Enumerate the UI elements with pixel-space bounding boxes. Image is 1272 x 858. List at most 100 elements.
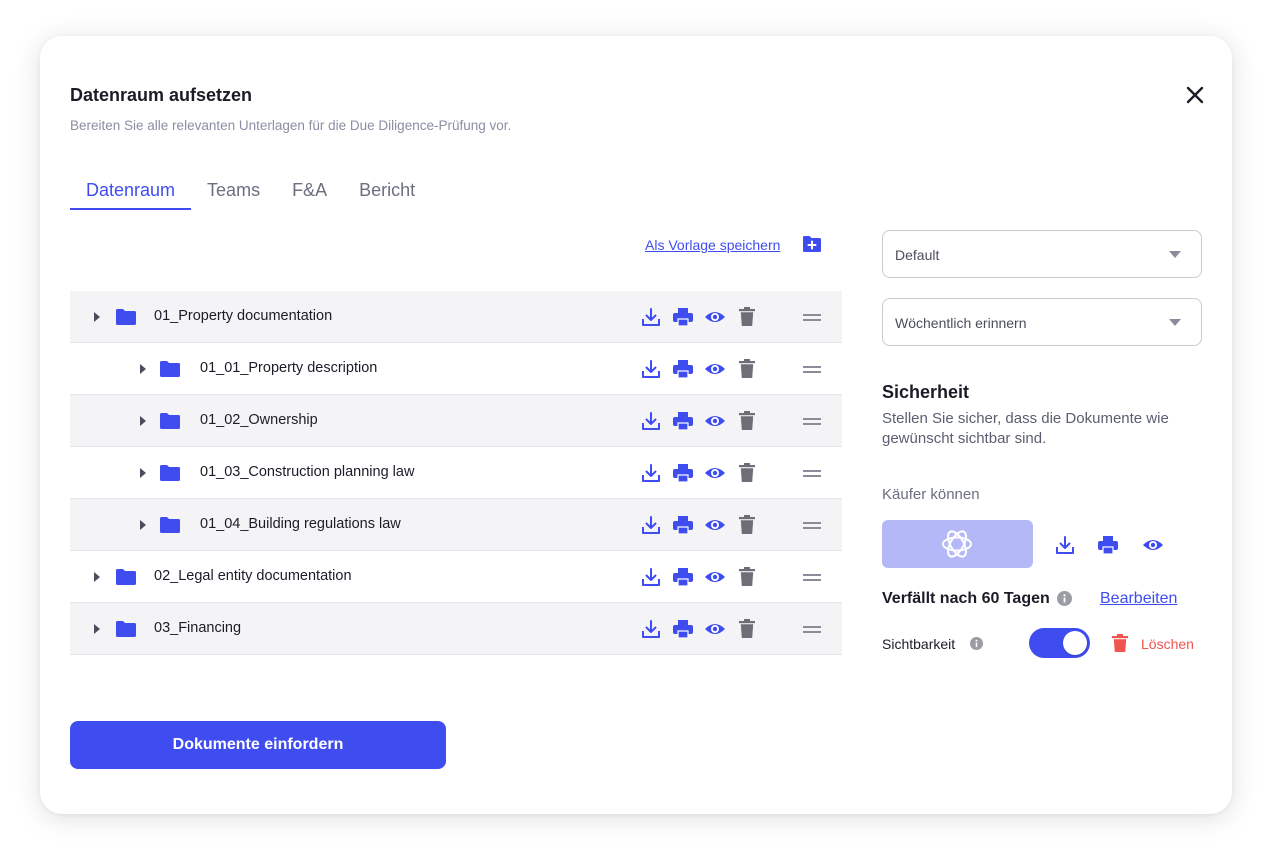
print-permission-icon[interactable] — [1097, 534, 1119, 556]
folder-name: 01_03_Construction planning law — [200, 464, 415, 480]
caret-right-icon[interactable] — [138, 519, 148, 531]
drag-handle-icon[interactable] — [803, 366, 821, 373]
row-actions — [640, 618, 768, 640]
tab-fa[interactable]: F&A — [276, 176, 343, 210]
security-description: Stellen Sie sicher, dass die Dokumente w… — [882, 410, 1169, 447]
folder-name: 01_04_Building regulations law — [200, 516, 401, 532]
drag-handle-icon[interactable] — [803, 470, 821, 477]
caret-right-icon[interactable] — [92, 623, 102, 635]
drag-handle-icon[interactable] — [803, 314, 821, 321]
download-permission-icon[interactable] — [1054, 534, 1076, 556]
caret-right-icon[interactable] — [92, 311, 102, 323]
template-select-value: Default — [895, 247, 940, 263]
print-icon[interactable] — [672, 410, 694, 432]
print-icon[interactable] — [672, 566, 694, 588]
trash-icon[interactable] — [736, 306, 758, 328]
folder-icon — [160, 361, 180, 377]
eye-icon[interactable] — [704, 618, 726, 640]
trash-icon[interactable] — [736, 410, 758, 432]
trash-icon[interactable] — [736, 566, 758, 588]
caret-right-icon[interactable] — [138, 467, 148, 479]
visibility-toggle[interactable] — [1029, 628, 1090, 658]
info-icon[interactable] — [1057, 591, 1072, 606]
add-folder-icon[interactable] — [802, 235, 822, 253]
eye-icon[interactable] — [704, 566, 726, 588]
caret-right-icon[interactable] — [138, 415, 148, 427]
row-actions — [640, 306, 768, 328]
close-icon[interactable] — [1184, 84, 1206, 106]
download-icon[interactable] — [640, 410, 662, 432]
trash-icon[interactable] — [1112, 634, 1128, 652]
chevron-down-icon — [1169, 319, 1181, 326]
setup-dataroom-modal: Datenraum aufsetzen Bereiten Sie alle re… — [40, 36, 1232, 814]
reminder-select-value: Wöchentlich erinnern — [895, 315, 1027, 331]
tree-row[interactable]: 03_Financing — [70, 603, 842, 655]
print-icon[interactable] — [672, 462, 694, 484]
eye-icon[interactable] — [704, 462, 726, 484]
info-icon[interactable] — [970, 637, 983, 650]
download-icon[interactable] — [640, 306, 662, 328]
print-icon[interactable] — [672, 618, 694, 640]
download-icon[interactable] — [640, 618, 662, 640]
template-select[interactable]: Default — [882, 230, 1202, 278]
tab-bericht[interactable]: Bericht — [343, 176, 431, 210]
document-tree: 01_Property documentation 01_01_Property … — [70, 291, 842, 655]
drag-handle-icon[interactable] — [803, 574, 821, 581]
drag-handle-icon[interactable] — [803, 626, 821, 633]
trash-icon[interactable] — [736, 514, 758, 536]
modal-title: Datenraum aufsetzen — [70, 85, 253, 105]
toggle-knob — [1063, 631, 1087, 655]
tree-row[interactable]: 01_Property documentation — [70, 291, 842, 343]
save-template-link[interactable]: Als Vorlage speichern — [645, 237, 780, 253]
request-documents-button[interactable]: Dokumente einfordern — [70, 721, 446, 769]
reminder-select[interactable]: Wöchentlich erinnern — [882, 298, 1202, 346]
folder-icon — [116, 621, 136, 637]
print-icon[interactable] — [672, 306, 694, 328]
tree-row[interactable]: 01_03_Construction planning law — [70, 447, 842, 499]
security-title: Sicherheit — [882, 382, 970, 402]
download-icon[interactable] — [640, 358, 662, 380]
eye-icon[interactable] — [704, 410, 726, 432]
folder-icon — [160, 517, 180, 533]
eye-icon[interactable] — [704, 306, 726, 328]
tree-row[interactable]: 02_Legal entity documentation — [70, 551, 842, 603]
folder-name: 02_Legal entity documentation — [154, 568, 352, 584]
download-icon[interactable] — [640, 462, 662, 484]
download-icon[interactable] — [640, 514, 662, 536]
eye-icon[interactable] — [704, 358, 726, 380]
row-actions — [640, 358, 768, 380]
trash-icon[interactable] — [736, 618, 758, 640]
trash-icon[interactable] — [736, 358, 758, 380]
folder-name: 01_Property documentation — [154, 308, 333, 324]
tree-row[interactable]: 01_01_Property description — [70, 343, 842, 395]
row-actions — [640, 566, 768, 588]
tab-teams[interactable]: Teams — [191, 176, 276, 210]
folder-name: 01_01_Property description — [200, 360, 378, 376]
trash-icon[interactable] — [736, 462, 758, 484]
drag-handle-icon[interactable] — [803, 522, 821, 529]
buyer-logo-box[interactable] — [882, 520, 1033, 568]
tab-datenraum[interactable]: Datenraum — [70, 176, 192, 210]
caret-right-icon[interactable] — [138, 363, 148, 375]
tree-row[interactable]: 01_04_Building regulations law — [70, 499, 842, 551]
folder-icon — [160, 413, 180, 429]
folder-icon — [116, 569, 136, 585]
caret-right-icon[interactable] — [92, 571, 102, 583]
tab-bar: Datenraum Teams F&A Bericht — [70, 176, 431, 210]
tree-row[interactable]: 01_02_Ownership — [70, 395, 842, 447]
print-icon[interactable] — [672, 358, 694, 380]
ai-knot-icon — [942, 530, 972, 558]
view-permission-icon[interactable] — [1142, 534, 1164, 556]
folder-name: 03_Financing — [154, 620, 242, 636]
folder-icon — [160, 465, 180, 481]
modal-subtitle: Bereiten Sie alle relevanten Unterlagen … — [70, 118, 512, 133]
chevron-down-icon — [1169, 251, 1181, 258]
delete-link[interactable]: Löschen — [1141, 636, 1194, 652]
edit-expiry-link[interactable]: Bearbeiten — [1100, 590, 1177, 608]
download-icon[interactable] — [640, 566, 662, 588]
eye-icon[interactable] — [704, 514, 726, 536]
row-actions — [640, 514, 768, 536]
row-actions — [640, 462, 768, 484]
drag-handle-icon[interactable] — [803, 418, 821, 425]
print-icon[interactable] — [672, 514, 694, 536]
